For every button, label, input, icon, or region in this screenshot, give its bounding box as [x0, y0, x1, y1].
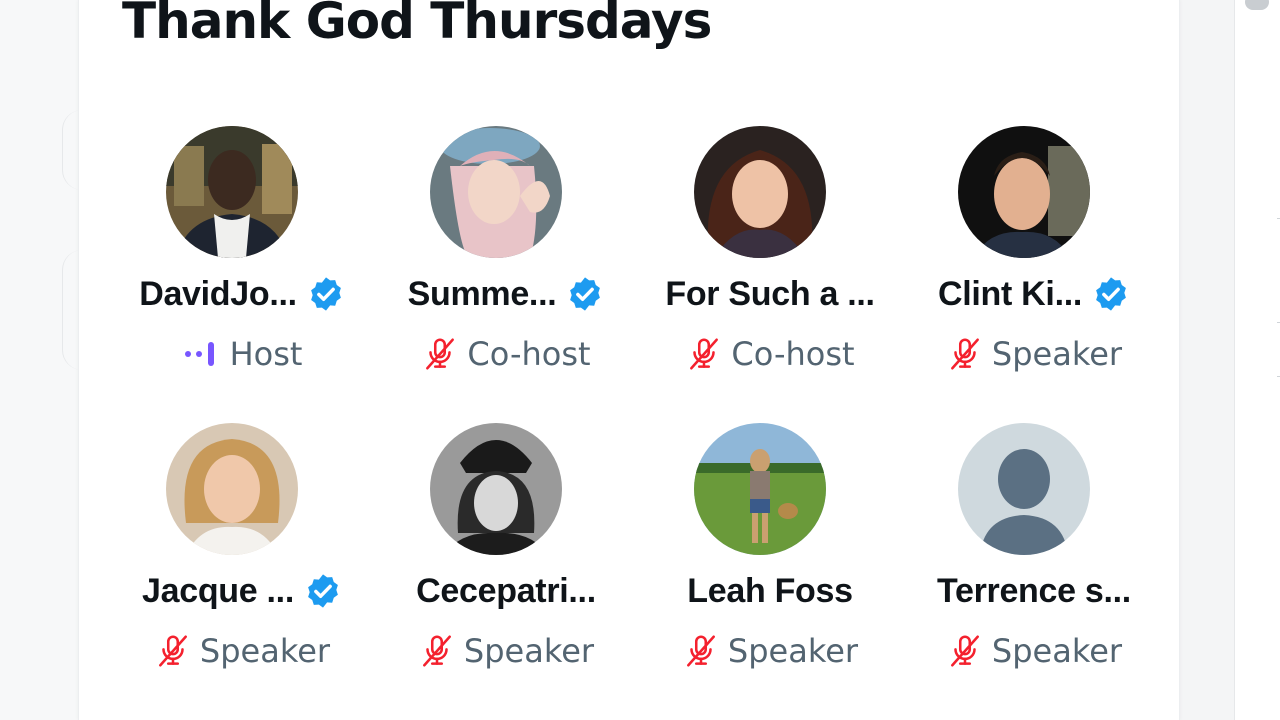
participant-role: Speaker — [199, 632, 331, 670]
verified-badge-icon — [1092, 275, 1130, 313]
avatar[interactable] — [958, 126, 1090, 258]
mic-muted-icon — [685, 335, 723, 373]
participant-tile[interactable]: For Such a ... Co-host — [650, 126, 890, 376]
participant-tile[interactable]: Leah Foss Speaker — [650, 423, 890, 673]
avatar[interactable] — [166, 423, 298, 555]
verified-badge-icon — [566, 275, 604, 313]
mic-muted-icon — [154, 632, 192, 670]
participant-tile[interactable]: Summe... Co-host — [386, 126, 626, 376]
mic-muted-icon — [946, 335, 984, 373]
mic-muted-icon — [682, 632, 720, 670]
participant-role: Speaker — [727, 632, 859, 670]
participant-tile[interactable]: Cecepatri... Speaker — [386, 423, 626, 673]
speaking-icon — [182, 339, 222, 369]
avatar[interactable] — [430, 126, 562, 258]
participant-role: Co-host — [467, 335, 591, 373]
avatar[interactable] — [166, 126, 298, 258]
mic-muted-icon — [421, 335, 459, 373]
default-avatar-icon[interactable] — [958, 423, 1090, 555]
participant-name: DavidJo... — [139, 274, 297, 313]
participant-tile[interactable]: DavidJo... Host — [122, 126, 362, 376]
avatar[interactable] — [430, 423, 562, 555]
mic-muted-icon — [418, 632, 456, 670]
avatar[interactable] — [694, 423, 826, 555]
participant-role: Speaker — [991, 632, 1123, 670]
mic-muted-icon — [946, 632, 984, 670]
participant-role: Co-host — [731, 335, 855, 373]
participant-tile[interactable]: Clint Ki... Speaker — [914, 126, 1154, 376]
participant-name: For Such a ... — [665, 274, 875, 313]
participant-role: Speaker — [991, 335, 1123, 373]
participant-name: Leah Foss — [687, 571, 853, 610]
participant-name: Clint Ki... — [937, 274, 1083, 313]
avatar[interactable] — [694, 126, 826, 258]
verified-badge-icon — [304, 572, 342, 610]
scrollbar-thumb[interactable] — [1245, 0, 1269, 10]
space-title: Thank God Thursdays — [122, 0, 712, 50]
participant-tile[interactable]: Terrence s... Speaker — [914, 423, 1154, 673]
participant-role: Host — [229, 335, 303, 373]
participant-name: Jacque ... — [142, 571, 294, 610]
participant-name: Cecepatri... — [416, 571, 596, 610]
space-card: Thank God Thursdays DavidJo... Host Summ… — [78, 0, 1180, 720]
verified-badge-icon — [307, 275, 345, 313]
participant-name: Terrence s... — [937, 571, 1131, 610]
participant-name: Summe... — [407, 274, 557, 313]
scrollbar[interactable] — [1234, 0, 1280, 720]
background-left-panel — [0, 0, 78, 720]
participant-tile[interactable]: Jacque ... Speaker — [122, 423, 362, 673]
participant-role: Speaker — [463, 632, 595, 670]
